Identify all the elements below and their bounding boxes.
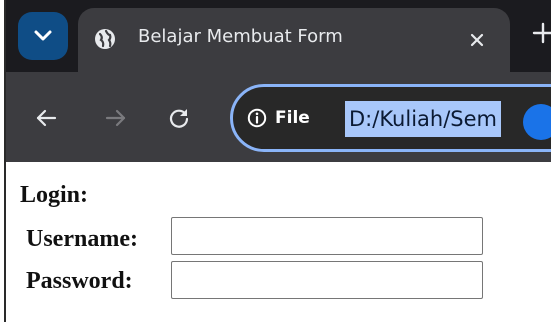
login-heading: Login: bbox=[20, 182, 89, 208]
window-left-border bbox=[0, 0, 6, 322]
site-info-label: File bbox=[275, 108, 310, 128]
password-input[interactable] bbox=[171, 261, 483, 299]
tab-active[interactable]: Belajar Membuat Form bbox=[78, 8, 510, 72]
url-text[interactable]: D:/Kuliah/Sem bbox=[345, 101, 501, 137]
arrow-right-icon bbox=[105, 109, 126, 127]
extension-button[interactable] bbox=[523, 104, 551, 140]
address-bar[interactable]: File D:/Kuliah/Sem bbox=[230, 84, 551, 152]
reload-button[interactable] bbox=[165, 104, 193, 132]
reload-icon bbox=[169, 109, 189, 128]
forward-button[interactable] bbox=[102, 104, 130, 132]
tab-title: Belajar Membuat Form bbox=[138, 26, 343, 47]
globe-icon bbox=[95, 29, 115, 49]
info-icon bbox=[247, 108, 267, 128]
site-info-button[interactable]: File bbox=[247, 101, 310, 135]
tab-search-button[interactable] bbox=[18, 12, 68, 60]
close-icon bbox=[470, 33, 484, 47]
chevron-down-icon bbox=[34, 30, 52, 41]
username-label: Username: bbox=[26, 226, 138, 252]
browser-window: Belajar Membuat Form File D:/Kuliah/Sem … bbox=[0, 0, 551, 322]
toolbar: File D:/Kuliah/Sem bbox=[0, 72, 551, 162]
password-label: Password: bbox=[26, 268, 133, 294]
tab-close-button[interactable] bbox=[464, 27, 490, 53]
plus-icon[interactable] bbox=[532, 22, 551, 44]
tab-strip: Belajar Membuat Form bbox=[0, 0, 551, 72]
username-input[interactable] bbox=[171, 217, 483, 255]
back-button[interactable] bbox=[32, 104, 60, 132]
arrow-left-icon bbox=[36, 109, 57, 127]
page-content: Login: Username: Password: bbox=[0, 162, 551, 322]
